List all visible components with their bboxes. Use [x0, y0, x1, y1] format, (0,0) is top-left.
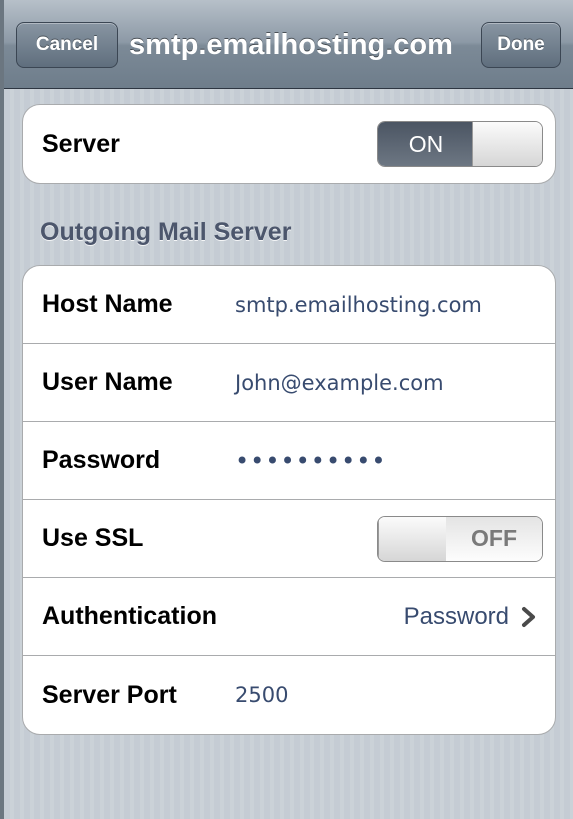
chevron-right-icon — [522, 606, 535, 627]
server-row: Server ON — [23, 105, 555, 183]
server-group: Server ON — [22, 104, 556, 184]
outgoing-server-group: Host Name smtp.emailhosting.com User Nam… — [22, 265, 556, 735]
user-name-row[interactable]: User Name John@example.com — [23, 344, 555, 422]
page-title: smtp.emailhosting.com — [129, 28, 453, 61]
use-ssl-label: Use SSL — [42, 524, 144, 552]
user-name-field[interactable]: John@example.com — [235, 371, 444, 395]
section-header-outgoing: Outgoing Mail Server — [40, 218, 292, 246]
password-field[interactable]: •••••••••• — [235, 447, 387, 475]
toggle-knob — [472, 122, 542, 166]
authentication-value: Password — [403, 602, 509, 630]
server-toggle-on-label: ON — [378, 122, 474, 166]
toggle-knob — [378, 516, 450, 561]
password-label: Password — [42, 446, 161, 474]
server-port-row[interactable]: Server Port 2500 — [23, 656, 555, 734]
authentication-label: Authentication — [42, 602, 217, 630]
done-button[interactable]: Done — [481, 22, 561, 68]
password-row[interactable]: Password •••••••••• — [23, 422, 555, 500]
server-label: Server — [42, 129, 120, 158]
cancel-button[interactable]: Cancel — [16, 22, 118, 68]
server-toggle[interactable]: ON — [377, 121, 543, 167]
user-name-label: User Name — [42, 368, 173, 396]
ssl-toggle[interactable]: OFF — [377, 515, 543, 562]
ssl-toggle-off-label: OFF — [446, 516, 542, 561]
navigation-bar: Cancel smtp.emailhosting.com Done — [4, 0, 573, 89]
server-port-field[interactable]: 2500 — [235, 683, 288, 707]
server-port-label: Server Port — [42, 680, 177, 709]
authentication-row[interactable]: Authentication Password — [23, 578, 555, 656]
host-name-field[interactable]: smtp.emailhosting.com — [235, 293, 482, 317]
use-ssl-row: Use SSL OFF — [23, 500, 555, 578]
host-name-label: Host Name — [42, 290, 173, 318]
host-name-row[interactable]: Host Name smtp.emailhosting.com — [23, 266, 555, 344]
